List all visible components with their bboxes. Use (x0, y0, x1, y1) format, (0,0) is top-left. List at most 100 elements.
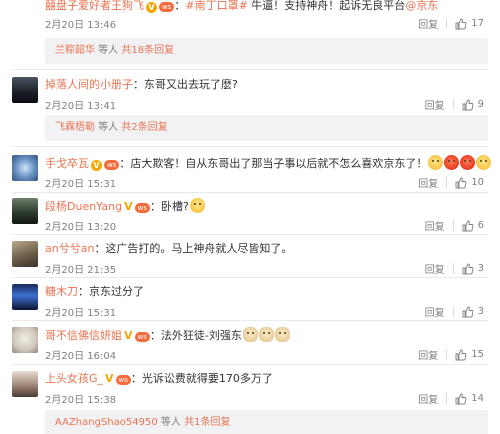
comment-line: 手戈卒瓦 Vws ：店大欺客！自从东哥出了那当子事以后就不怎么喜欢京东了！ (45, 155, 492, 171)
mention-link[interactable]: @京东 (405, 0, 438, 12)
comment-time: 2月20日 15:31 (45, 179, 117, 190)
comment-item: 囍盘子爱好者王狗飞 Vws ：#南丁口罩# 牛逼！支持神舟！起诉无良平台@京东 2月… (0, 0, 500, 64)
thumb-up-icon (455, 18, 467, 29)
like-count: 10 (471, 177, 484, 188)
reply-button[interactable]: 回复 (425, 261, 445, 276)
avatar[interactable] (12, 155, 38, 181)
angry-emoji-icon (444, 155, 460, 170)
comment-item: 掉落人间的小册子：东哥又出去玩了麽? 2月20日 13:41 回复 9 飞霖梧勒 … (0, 77, 500, 142)
comment-line: an兮兮an：这广告打的。马上神舟就人尽皆知了。 (45, 242, 293, 255)
comment-username[interactable]: 囍盘子爱好者王狗飞 (45, 0, 144, 12)
comment-line: 上头女孩G_ Vws ：光诉讼费就得要170多万了 (45, 372, 273, 385)
like-button[interactable]: 3 (462, 263, 484, 275)
like-button[interactable]: 3 (462, 306, 484, 318)
thumb-up-icon (455, 177, 467, 188)
divider (12, 234, 488, 235)
like-button[interactable]: 15 (455, 349, 484, 361)
thumb-up-icon (455, 393, 467, 404)
doge-emoji-icon (242, 327, 258, 342)
comment-username[interactable]: 糖木刀 (45, 285, 78, 298)
comment-time: 2月20日 21:35 (45, 265, 117, 276)
sub-reply-user[interactable]: 兰粽韶华 (55, 45, 95, 56)
comment-actions: 回复 3 (425, 304, 484, 319)
like-count: 9 (477, 99, 484, 110)
thumb-up-icon (462, 263, 473, 274)
avatar[interactable] (12, 327, 38, 353)
level-badge-icon: ws (159, 2, 175, 12)
avatar[interactable] (12, 198, 38, 224)
comment-item: 手戈卒瓦 Vws ：店大欺客！自从东哥出了那当子事以后就不怎么喜欢京东了！ 2月20… (0, 155, 500, 191)
comment-line: 掉落人间的小册子：东哥又出去玩了麽? (45, 78, 238, 91)
comment-line: 哥不信佛信妍姐 Vws ：法外狂徒-刘强东 (45, 327, 290, 343)
level-badge-icon: ws (115, 375, 131, 385)
topic-link[interactable]: #南丁口罩# (185, 0, 247, 12)
smirk-emoji-icon (189, 198, 205, 213)
reply-button[interactable]: 回复 (425, 218, 445, 233)
sub-replies[interactable]: AAZhangShao54950 等人 共1条回复 (45, 410, 488, 434)
reply-button[interactable]: 回复 (425, 304, 445, 319)
like-count: 3 (477, 263, 484, 274)
like-button[interactable]: 17 (455, 18, 484, 30)
comment-username[interactable]: 掉落人间的小册子 (45, 78, 133, 91)
doge-emoji-icon (274, 327, 290, 342)
like-button[interactable]: 6 (462, 220, 484, 232)
comment-actions: 回复 3 (425, 261, 484, 276)
sub-reply-count[interactable]: 共2条回复 (121, 122, 167, 133)
comment-line: 糖木刀：京东过分了 (45, 285, 144, 298)
like-count: 3 (477, 306, 484, 317)
comment-text: 店大欺客！自从东哥出了那当子事以后就不怎么喜欢京东了！ (130, 157, 428, 170)
avatar[interactable] (12, 77, 38, 103)
comment-username[interactable]: 上头女孩G_ (45, 372, 103, 385)
reply-button[interactable]: 回复 (418, 347, 438, 362)
comment-time: 2月20日 15:31 (45, 308, 117, 319)
thumb-up-icon (462, 220, 473, 231)
comment-time: 2月20日 13:20 (45, 222, 117, 233)
divider (12, 364, 488, 365)
reply-button[interactable]: 回复 (418, 175, 438, 190)
comment-item: an兮兮an：这广告打的。马上神舟就人尽皆知了。 2月20日 21:35 回复 3 (0, 241, 500, 277)
doge-emoji-icon (258, 327, 274, 342)
reply-button[interactable]: 回复 (425, 97, 445, 112)
divider (12, 320, 488, 321)
sub-replies[interactable]: 飞霖梧勒 等人 共2条回复 (45, 115, 488, 141)
sub-replies[interactable]: 兰粽韶华 等人 共18条回复 (45, 38, 488, 64)
comment-time: 2月20日 13:41 (45, 101, 117, 112)
comment-actions: 回复 17 (418, 16, 484, 31)
level-badge-icon: ws (134, 332, 150, 342)
comment-username[interactable]: 段杨DuenYang (45, 200, 122, 213)
like-button[interactable]: 10 (455, 177, 484, 189)
divider (12, 277, 488, 278)
vip-badge-icon: V (91, 160, 102, 171)
comment-text: 卧槽? (160, 200, 189, 213)
avatar[interactable] (12, 241, 38, 267)
vip-badge-icon: V (146, 2, 157, 13)
laugh-cry-emoji-icon (476, 155, 492, 170)
like-button[interactable]: 9 (462, 99, 484, 111)
reply-button[interactable]: 回复 (418, 16, 438, 31)
avatar[interactable] (12, 284, 38, 310)
sub-reply-count[interactable]: 共18条回复 (121, 45, 174, 56)
comment-username[interactable]: an兮兮an (45, 242, 94, 255)
sub-reply-user[interactable]: AAZhangShao54950 (55, 417, 158, 428)
verified-v-icon: V (124, 329, 133, 342)
like-count: 14 (471, 393, 484, 404)
sub-reply-user[interactable]: 飞霖梧勒 (55, 122, 95, 133)
comment-actions: 回复 10 (418, 175, 484, 190)
verified-v-icon: V (105, 372, 114, 385)
comment-username[interactable]: 手戈卒瓦 (45, 157, 89, 170)
comment-actions: 回复 9 (425, 97, 484, 112)
avatar[interactable] (12, 371, 38, 397)
verified-v-icon: V (124, 200, 133, 213)
reply-button[interactable]: 回复 (418, 391, 438, 406)
comment-item: 糖木刀：京东过分了 2月20日 15:31 回复 3 (0, 284, 500, 320)
comment-text: 东哥又出去玩了麽? (144, 78, 238, 91)
like-count: 15 (471, 349, 484, 360)
comment-actions: 回复 14 (418, 391, 484, 406)
comment-time: 2月20日 16:04 (45, 351, 117, 362)
comment-text: 光诉讼费就得要170多万了 (141, 372, 273, 385)
like-button[interactable]: 14 (455, 393, 484, 405)
thumb-up-icon (462, 306, 473, 317)
comment-line: 囍盘子爱好者王狗飞 Vws ：#南丁口罩# 牛逼！支持神舟！起诉无良平台@京东 (45, 0, 439, 13)
sub-reply-count[interactable]: 共1条回复 (184, 417, 230, 428)
comment-username[interactable]: 哥不信佛信妍姐 (45, 329, 122, 342)
